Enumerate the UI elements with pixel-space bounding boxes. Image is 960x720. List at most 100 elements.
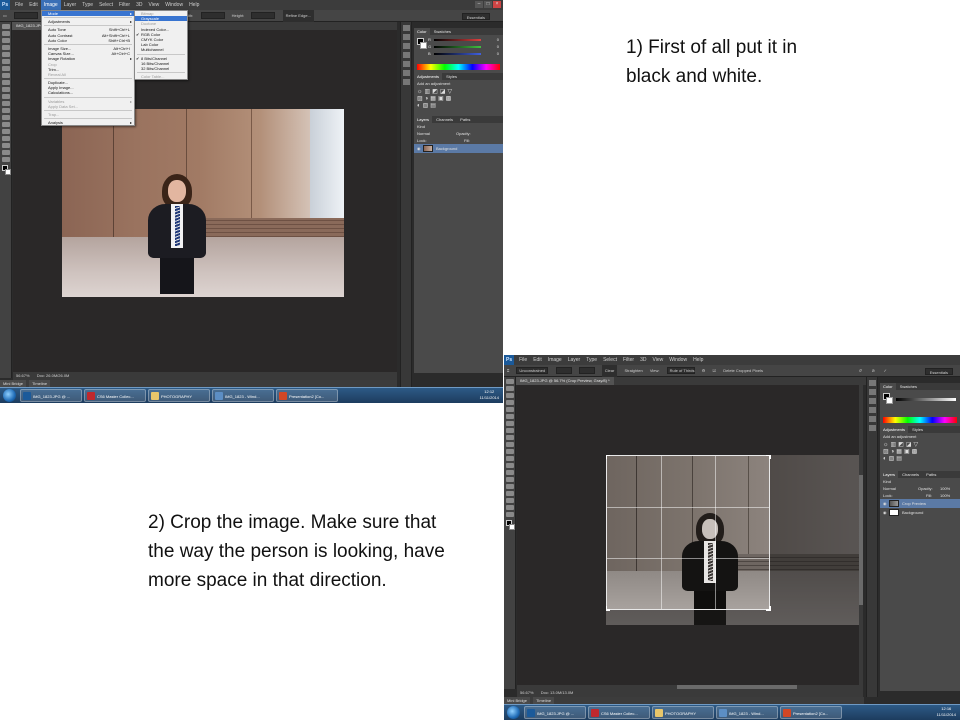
channel-slider[interactable]	[434, 39, 481, 41]
actions-icon[interactable]	[868, 389, 876, 395]
menu-help[interactable]: Help	[690, 355, 706, 365]
channel-value[interactable]: 0	[497, 43, 499, 50]
crop-handle[interactable]	[606, 455, 610, 459]
menu-help[interactable]: Help	[186, 0, 202, 10]
menu-image[interactable]: Image	[40, 0, 61, 10]
layer-row[interactable]: ◉ Crop Preview	[880, 499, 960, 508]
close-icon[interactable]: ×	[493, 1, 501, 8]
layer-row[interactable]: ◉ Background	[414, 144, 503, 153]
document-canvas[interactable]	[517, 385, 863, 689]
zoom-tool-icon[interactable]	[505, 512, 514, 517]
menu-filter[interactable]: Filter	[116, 0, 133, 10]
properties-icon[interactable]	[868, 398, 876, 404]
filter-kind-select[interactable]: Kind	[883, 479, 891, 484]
move-tool-icon[interactable]	[505, 379, 514, 384]
mini-bridge-tab[interactable]: Mini Bridge	[504, 697, 531, 704]
path-select-icon[interactable]	[505, 491, 514, 496]
blur-tool-icon[interactable]	[1, 108, 10, 113]
history-icon[interactable]	[868, 380, 876, 386]
feather-field[interactable]	[13, 12, 38, 20]
background-color-swatch[interactable]	[420, 42, 427, 49]
mode-item-32-bits-channel[interactable]: 32 Bits/Channel	[135, 66, 187, 71]
adjustments-tab[interactable]: Adjustments	[880, 426, 909, 433]
menu-item-mode[interactable]: Mode	[42, 11, 134, 16]
layers-tab[interactable]: Layers	[880, 471, 899, 478]
menu-item-calculations[interactable]: Calculations...	[42, 90, 134, 95]
taskbar-button[interactable]: Presentation2 [Co...	[780, 706, 842, 719]
menu-window[interactable]: Window	[162, 0, 186, 10]
menu-file[interactable]: File	[12, 0, 26, 10]
channels-tab[interactable]: Channels	[899, 471, 922, 478]
straighten-button[interactable]: Straighten	[624, 365, 642, 377]
start-button[interactable]	[507, 706, 520, 719]
eyedropper-tool-icon[interactable]	[505, 414, 514, 419]
marquee-tool-icon[interactable]: ▭	[3, 10, 7, 22]
menu-file[interactable]: File	[516, 355, 530, 365]
history-brush-icon[interactable]	[1, 87, 10, 92]
height-field[interactable]	[251, 12, 276, 20]
quick-select-tool-icon[interactable]	[505, 400, 514, 405]
pen-tool-icon[interactable]	[505, 477, 514, 482]
channel-slider[interactable]	[434, 53, 481, 55]
opacity-value[interactable]: 100%	[940, 485, 950, 492]
reset-icon[interactable]: ↺	[859, 365, 862, 377]
brush-tool-icon[interactable]	[1, 73, 10, 78]
styles-tab[interactable]: Styles	[443, 73, 460, 80]
info-icon[interactable]	[868, 407, 876, 413]
channel-slider[interactable]	[434, 46, 481, 48]
menu-view[interactable]: View	[146, 0, 163, 10]
brush-tool-icon[interactable]	[505, 428, 514, 433]
pen-tool-icon[interactable]	[1, 122, 10, 127]
dodge-tool-icon[interactable]	[505, 470, 514, 475]
menu-item-auto-color[interactable]: Auto Color Shift+Ctrl+B	[42, 38, 134, 43]
aspect-ratio-select[interactable]: Unconstrained	[516, 367, 549, 375]
menu-item-analysis[interactable]: Analysis	[42, 120, 134, 125]
taskbar-button[interactable]: IMG_1823.JPG @ ...	[524, 706, 586, 719]
crop-tool-icon[interactable]	[505, 407, 514, 412]
eraser-tool-icon[interactable]	[505, 449, 514, 454]
channel-value[interactable]: 0	[497, 36, 499, 43]
info-icon[interactable]	[402, 52, 410, 58]
maximize-icon[interactable]: □	[484, 1, 492, 8]
quick-select-tool-icon[interactable]	[1, 45, 10, 50]
menu-image[interactable]: Image	[545, 355, 565, 365]
menu-select[interactable]: Select	[96, 0, 116, 10]
overlay-select[interactable]: Rule of Thirds	[666, 367, 695, 375]
zoom-tool-icon[interactable]	[1, 157, 10, 162]
taskbar-clock[interactable]: 12:16 11/11/2014	[937, 706, 956, 718]
menu-3d[interactable]: 3D	[637, 355, 649, 365]
settings-gear-icon[interactable]: ⚙	[702, 365, 706, 377]
menu-type[interactable]: Type	[79, 0, 96, 10]
paths-tab[interactable]: Paths	[923, 471, 939, 478]
paths-tab[interactable]: Paths	[457, 116, 473, 123]
healing-tool-icon[interactable]	[505, 421, 514, 426]
filter-kind-select[interactable]: Kind	[417, 124, 425, 129]
menu-edit[interactable]: Edit	[530, 355, 545, 365]
shape-tool-icon[interactable]	[1, 143, 10, 148]
eraser-tool-icon[interactable]	[1, 94, 10, 99]
actions-icon[interactable]	[402, 34, 410, 40]
blend-mode-select[interactable]: Normal	[883, 486, 896, 491]
layer-row[interactable]: ◉ Background	[880, 508, 960, 517]
marquee-tool-icon[interactable]	[505, 386, 514, 391]
properties-icon[interactable]	[402, 43, 410, 49]
gradient-tool-icon[interactable]	[1, 101, 10, 106]
menu-filter[interactable]: Filter	[620, 355, 637, 365]
taskbar-clock[interactable]: 12:12 11/11/2014	[480, 389, 499, 401]
brush-presets-icon[interactable]	[402, 79, 410, 85]
menu-type[interactable]: Type	[583, 355, 600, 365]
menu-window[interactable]: Window	[666, 355, 690, 365]
shape-tool-icon[interactable]	[505, 498, 514, 503]
background-color-swatch[interactable]	[509, 524, 515, 530]
dodge-tool-icon[interactable]	[1, 115, 10, 120]
taskbar-button[interactable]: CS6 Master Collec...	[84, 389, 146, 402]
menu-select[interactable]: Select	[600, 355, 620, 365]
background-color-swatch[interactable]	[5, 169, 11, 175]
taskbar-button[interactable]: Presentation2 [Co...	[276, 389, 338, 402]
swatches-tab[interactable]: Swatches	[431, 28, 454, 35]
background-color-swatch[interactable]	[886, 397, 893, 404]
crop-box[interactable]	[606, 455, 771, 611]
hand-tool-icon[interactable]	[505, 505, 514, 510]
adjustment-icons[interactable]: ☼▥◩◪▽ ▨◑▦▣▩ ◐▧▤	[880, 440, 960, 465]
document-tab[interactable]: IMG_1823.JPG @ 56.7% (Crop Preview, Gray…	[516, 377, 614, 385]
